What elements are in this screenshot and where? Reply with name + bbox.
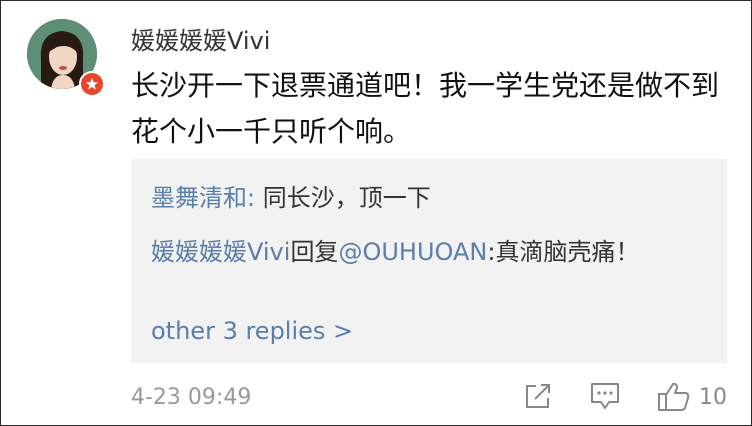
reply-item[interactable]: 墨舞清和: 同长沙，顶一下 <box>151 178 431 213</box>
reply-author[interactable]: 墨舞清和: <box>151 184 255 212</box>
more-replies-link[interactable]: other 3 replies > <box>151 317 353 345</box>
username[interactable]: 媛媛媛媛Vivi <box>131 21 270 56</box>
comment-card: 媛媛媛媛Vivi 长沙开一下退票通道吧！我一学生党还是做不到花个小一千只听个响。… <box>0 0 752 426</box>
replies-box: 墨舞清和: 同长沙，顶一下 媛媛媛媛Vivi回复@OUHUOAN:真滴脑壳痛！ … <box>131 159 727 363</box>
reply-author[interactable]: 媛媛媛媛Vivi <box>151 238 290 266</box>
like-button[interactable] <box>657 381 691 413</box>
comment-button[interactable] <box>589 381 621 411</box>
reply-target[interactable]: @OUHUOAN <box>338 238 487 266</box>
share-button[interactable] <box>523 381 553 411</box>
timestamp: 4-23 09:49 <box>131 385 252 410</box>
like-count: 10 <box>699 385 727 410</box>
reply-text: 同长沙，顶一下 <box>255 184 431 212</box>
reply-word: 回复 <box>290 238 339 266</box>
comment-text: 长沙开一下退票通道吧！我一学生党还是做不到花个小一千只听个响。 <box>131 69 720 148</box>
reply-text: :真滴脑壳痛！ <box>487 238 640 266</box>
thumbs-up-icon <box>658 382 690 411</box>
verified-star-icon <box>79 71 105 97</box>
comment-icon <box>591 383 619 409</box>
share-icon <box>526 384 550 408</box>
reply-item[interactable]: 媛媛媛媛Vivi回复@OUHUOAN:真滴脑壳痛！ <box>151 232 671 272</box>
